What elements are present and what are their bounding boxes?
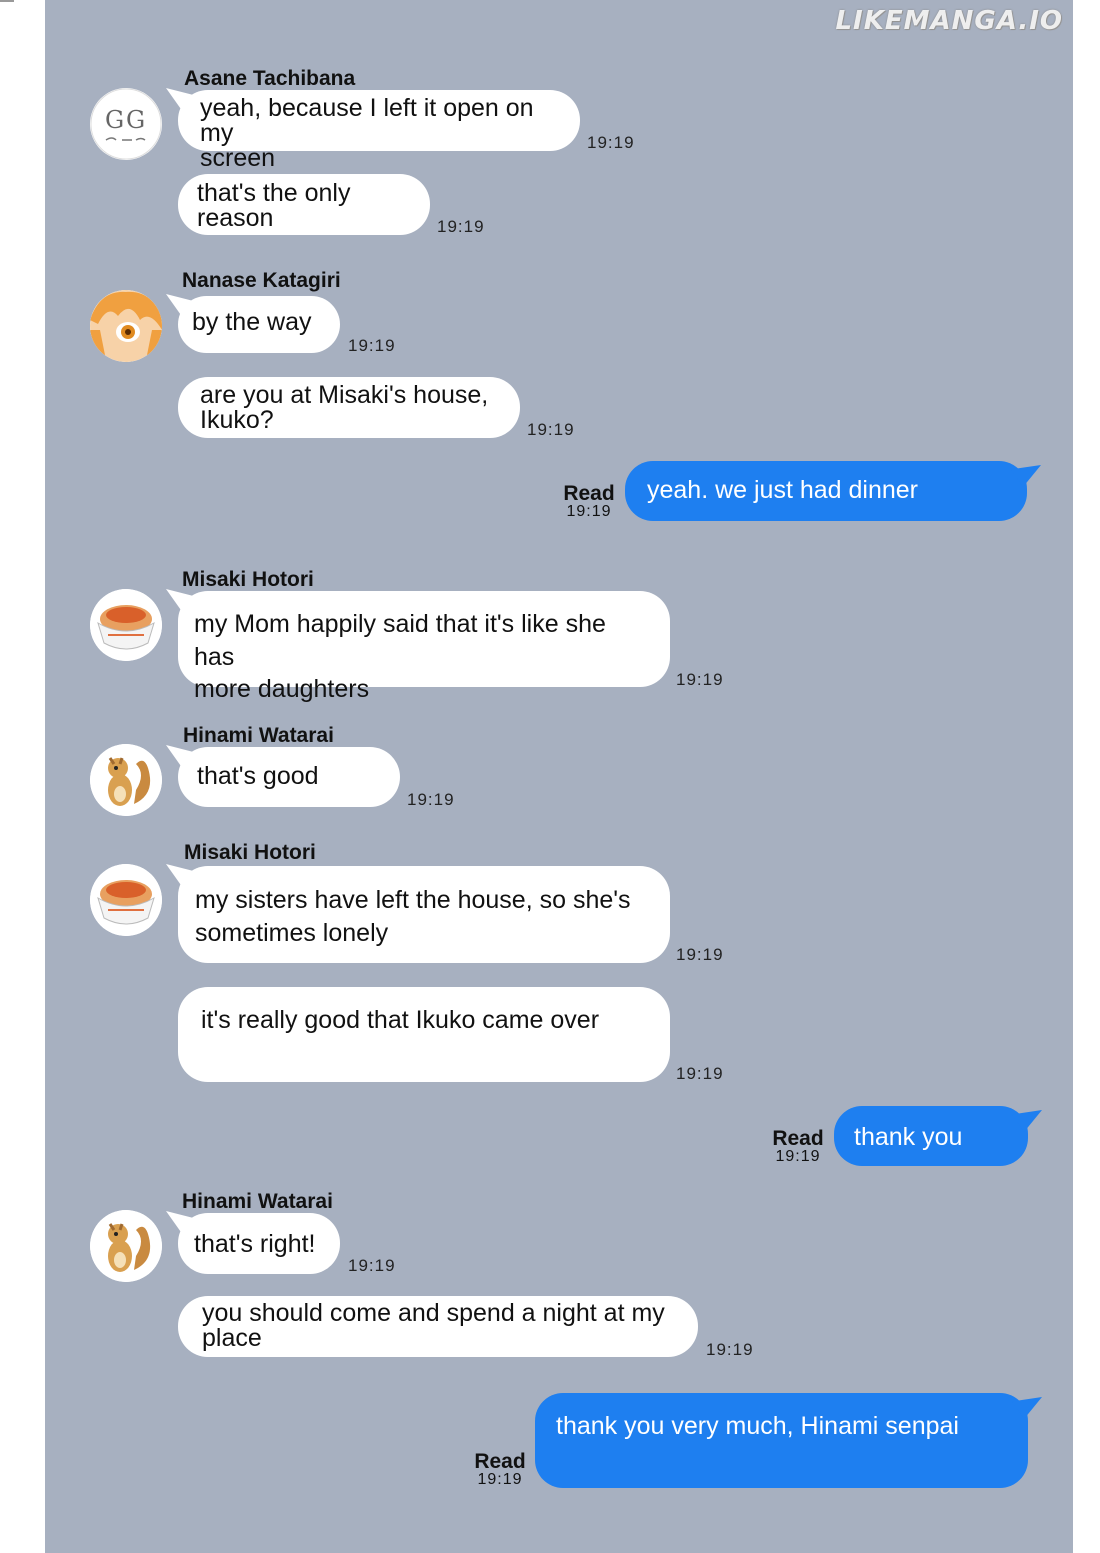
sender-name: Nanase Katagiri: [182, 269, 341, 292]
message-text: by the way: [192, 308, 312, 336]
message-time: 19:19: [587, 133, 635, 152]
message-line: you should come and spend a night at my: [202, 1299, 665, 1327]
message-time: 19:19: [527, 420, 575, 439]
message-text: thank you: [854, 1123, 963, 1151]
sender-name: Misaki Hotori: [184, 841, 316, 864]
read-receipt: Read 19:19: [560, 482, 618, 520]
sender-name: Hinami Watarai: [183, 724, 334, 747]
message-bubble[interactable]: you should come and spend a night at my …: [178, 1296, 698, 1357]
message-time: 19:19: [775, 1148, 821, 1165]
message-time: 19:19: [348, 1256, 396, 1275]
message-line: screen: [200, 144, 276, 172]
sender-name: Asane Tachibana: [184, 67, 356, 90]
outgoing-bubble[interactable]: yeah. we just had dinner: [625, 461, 1027, 521]
message-line: place: [202, 1324, 262, 1352]
food-bowl-avatar-icon[interactable]: [90, 864, 162, 936]
read-receipt: Read 19:19: [471, 1450, 529, 1488]
message-text: yeah. we just had dinner: [647, 476, 919, 504]
message-bubble[interactable]: that's good: [178, 747, 400, 807]
gg-avatar-icon[interactable]: G G: [90, 88, 162, 160]
message-line: more daughters: [194, 675, 370, 703]
svg-text:G: G: [126, 106, 145, 134]
food-bowl-avatar-icon[interactable]: [90, 589, 162, 661]
chat-panel[interactable]: LIKEMANGA.IO Asane Tachibana G G yeah, b…: [45, 0, 1073, 1553]
message-bubble[interactable]: by the way: [178, 296, 340, 353]
message-line: Ikuko?: [200, 406, 274, 434]
message-text: that's good: [197, 762, 319, 790]
message-bubble[interactable]: that's right!: [178, 1213, 340, 1274]
message-text: thank you very much, Hinami senpai: [556, 1412, 959, 1440]
read-label: Read: [474, 1450, 526, 1473]
message-time: 19:19: [676, 670, 724, 689]
message-time: 19:19: [437, 217, 485, 236]
message-bubble[interactable]: my Mom happily said that it's like she h…: [178, 591, 670, 703]
svg-text:G: G: [105, 106, 124, 134]
message-time: 19:19: [477, 1471, 523, 1488]
message-line: my sisters have left the house, so she's: [195, 886, 631, 914]
read-label: Read: [563, 482, 615, 505]
message-line: reason: [197, 204, 274, 232]
anime-girl-avatar-icon[interactable]: [90, 290, 162, 362]
outgoing-bubble[interactable]: thank you very much, Hinami senpai: [535, 1393, 1028, 1488]
message-line: are you at Misaki's house,: [200, 381, 489, 409]
squirrel-avatar-icon[interactable]: [90, 744, 162, 816]
message-time: 19:19: [348, 336, 396, 355]
message-time: 19:19: [676, 945, 724, 964]
message-bubble[interactable]: that's the only reason: [178, 174, 430, 235]
message-time: 19:19: [566, 503, 612, 520]
edge-mark: [0, 0, 14, 2]
message-line: sometimes lonely: [195, 918, 389, 947]
message-line: yeah, because I left it open on my: [200, 94, 534, 147]
read-receipt: Read 19:19: [769, 1127, 827, 1165]
message-time: 19:19: [676, 1064, 724, 1083]
message-bubble[interactable]: are you at Misaki's house, Ikuko?: [178, 377, 520, 438]
message-text: that's right!: [194, 1230, 316, 1258]
message-bubble[interactable]: my sisters have left the house, so she's…: [178, 866, 670, 963]
watermark: LIKEMANGA.IO: [835, 6, 1063, 36]
squirrel-avatar-icon[interactable]: [90, 1210, 162, 1282]
message-line: my Mom happily said that it's like she h…: [194, 610, 606, 671]
message-bubble[interactable]: yeah, because I left it open on my scree…: [178, 90, 580, 171]
read-label: Read: [772, 1127, 824, 1150]
message-text: it's really good that Ikuko came over: [201, 1006, 600, 1034]
sender-name: Hinami Watarai: [182, 1190, 333, 1213]
message-line: that's the only: [197, 179, 351, 207]
message-bubble[interactable]: it's really good that Ikuko came over: [178, 987, 670, 1082]
sender-name: Misaki Hotori: [182, 568, 314, 591]
message-time: 19:19: [706, 1340, 754, 1359]
message-time: 19:19: [407, 790, 455, 809]
outgoing-bubble[interactable]: thank you: [834, 1106, 1028, 1166]
